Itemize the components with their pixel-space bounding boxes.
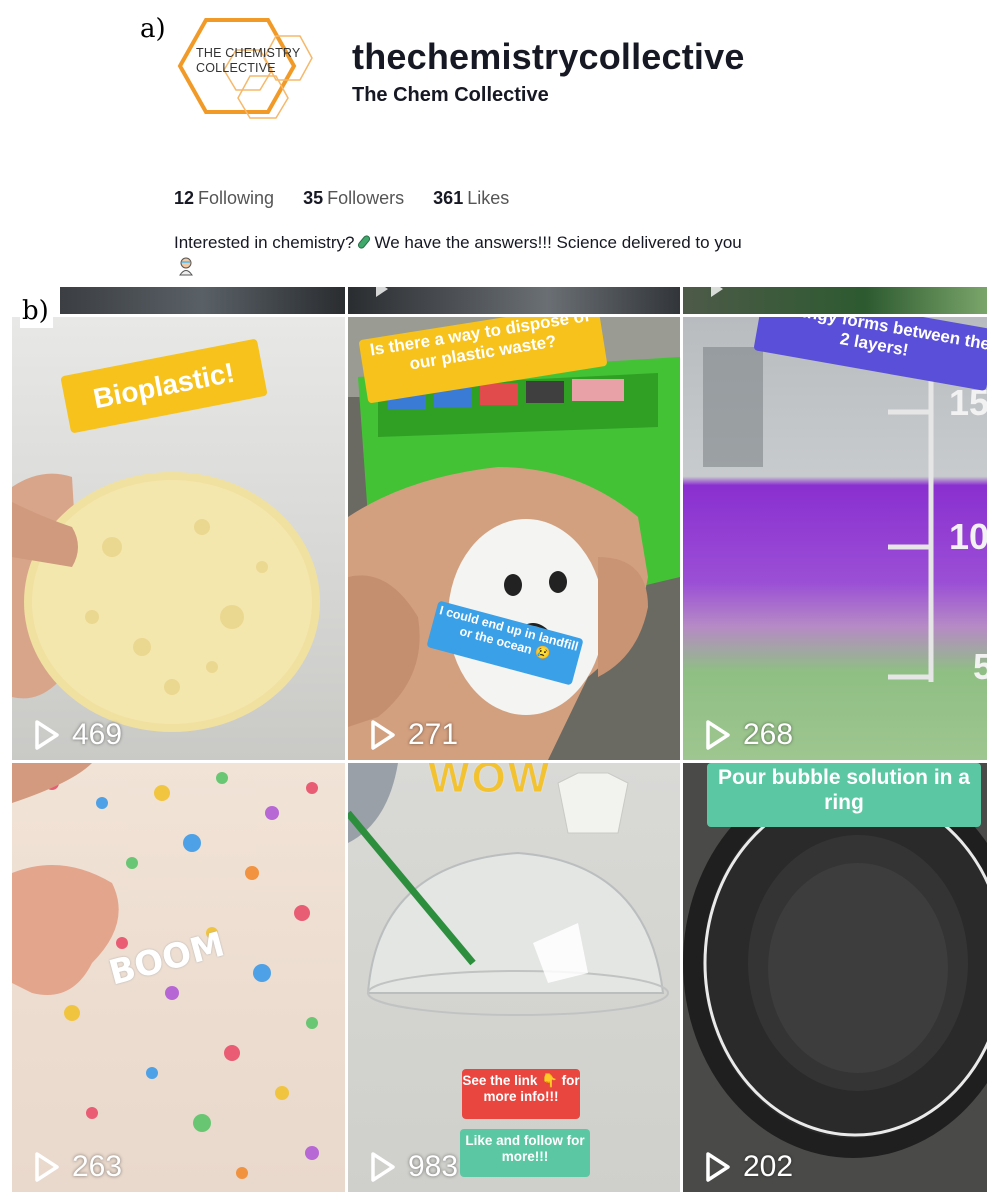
logo-text: THE CHEMISTRY COLLECTIVE (196, 46, 301, 75)
video-tile-bioplastic[interactable]: Bioplastic! 469 (12, 317, 345, 760)
play-icon (706, 720, 730, 750)
video-tile-bubble-dome[interactable]: WOW See the link 👇 for more info!!! Like… (348, 763, 680, 1192)
confetti-illustration (12, 763, 319, 1179)
caption-sticker-pour: Pour bubble solution in a ring (707, 763, 981, 827)
profile-stats: 12 Following 35 Followers 361 Likes (174, 188, 533, 209)
previous-row-tile-3[interactable] (683, 287, 987, 314)
previous-row-tile-2[interactable] (348, 287, 680, 314)
wow-sticker: WOW (427, 763, 552, 803)
bio-text-2: We have the answers!!! Science delivered… (374, 233, 742, 252)
profile-bio: Interested in chemistry? We have the answ… (174, 230, 894, 282)
play-icon (371, 1152, 395, 1182)
likes-label: Likes (467, 188, 510, 208)
beaker-illustration: 15 10 5 (703, 347, 987, 687)
video-tile-bubble-ring[interactable]: Pour bubble solution in a ring 202 (683, 763, 987, 1192)
bubble-ring-illustration (683, 768, 987, 1158)
bio-text-1: Interested in chemistry? (174, 233, 355, 252)
profile-display-name: The Chem Collective (352, 84, 549, 106)
scientist-icon (179, 257, 193, 276)
view-count: 263 (34, 1150, 122, 1184)
view-count: 983 (370, 1150, 458, 1184)
play-icon (371, 720, 395, 750)
panel-label-a: a) (140, 14, 166, 44)
view-count: 469 (34, 718, 122, 752)
following-count: 12 (174, 188, 195, 208)
view-count: 271 (370, 718, 458, 752)
previous-row-tile-1[interactable] (60, 287, 345, 314)
video-tile-confetti[interactable]: BOOM 263 (12, 763, 345, 1192)
followers-count: 35 (303, 188, 324, 208)
caption-sticker-like-follow: Like and follow for more!!! (460, 1129, 590, 1177)
following-label: Following (198, 188, 275, 208)
following-stat[interactable]: 12 Following (174, 188, 274, 208)
play-icon (706, 1152, 730, 1182)
svg-text:5: 5 (973, 646, 987, 687)
play-icon (35, 720, 59, 750)
likes-stat: 361 Likes (433, 188, 509, 208)
view-count: 268 (705, 718, 793, 752)
play-icon (35, 1152, 59, 1182)
followers-stat[interactable]: 35 Followers (303, 188, 404, 208)
view-count: 202 (705, 1150, 793, 1184)
video-tile-plastic-egg[interactable]: Is there a way to dispose of our plastic… (348, 317, 680, 760)
test-tube-icon (358, 235, 371, 249)
svg-text:10: 10 (949, 516, 987, 557)
panel-label-b: b) (20, 296, 53, 328)
followers-label: Followers (327, 188, 405, 208)
profile-username: thechemistrycollective (352, 36, 745, 77)
caption-sticker-see-link: See the link 👇 for more info!!! (462, 1069, 580, 1119)
likes-count: 361 (433, 188, 464, 208)
bubble-dome-illustration (348, 763, 669, 1016)
video-tile-purple-layers[interactable]: 15 10 5 A stringy forms between the 2 la… (683, 317, 987, 760)
